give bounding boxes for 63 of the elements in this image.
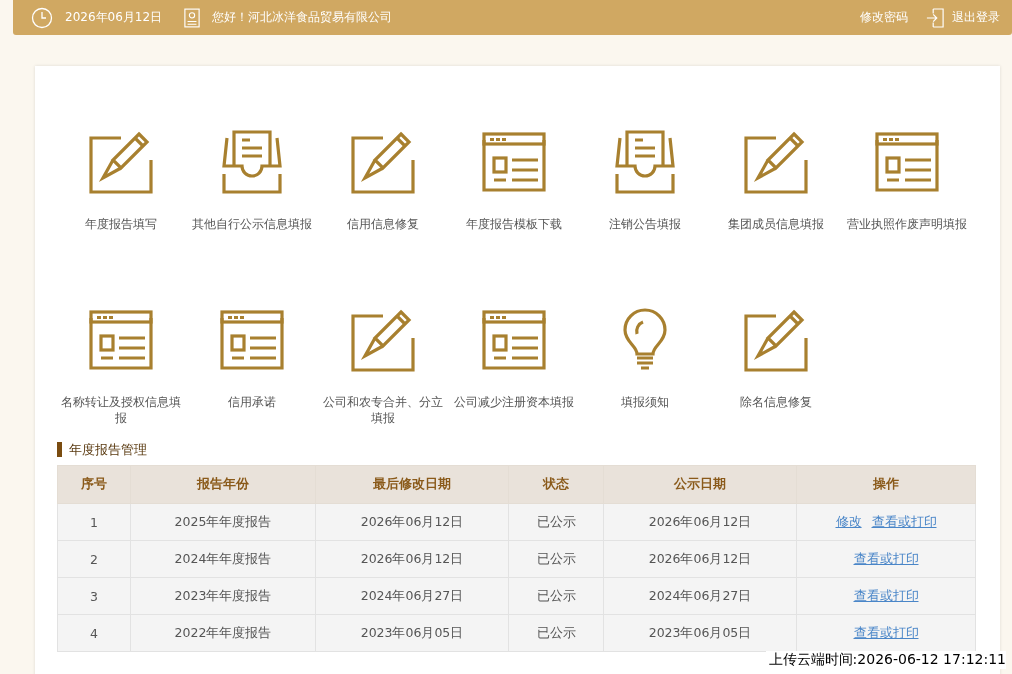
- user-card-icon: [184, 7, 201, 28]
- section-title: 年度报告管理: [57, 442, 978, 457]
- table-cell: 2022年年度报告: [130, 614, 316, 652]
- logout-icon[interactable]: [926, 7, 944, 28]
- column-header: 序号: [57, 465, 131, 504]
- pencil-edit-icon[interactable]: [743, 130, 808, 194]
- table-cell: 2026年06月12日: [315, 503, 509, 541]
- table-cell: 2023年06月05日: [603, 614, 797, 652]
- column-header: 操作: [796, 465, 976, 504]
- tile-label[interactable]: 公司减少注册资本填报: [453, 394, 574, 410]
- web-page-icon[interactable]: [219, 308, 284, 372]
- tile-label[interactable]: 其他自行公示信息填报: [191, 216, 312, 232]
- column-header: 报告年份: [130, 465, 316, 504]
- tile-label[interactable]: 名称转让及授权信息填报: [59, 394, 182, 426]
- table-cell: 2023年06月05日: [315, 614, 509, 652]
- tile-label[interactable]: 信用信息修复: [346, 216, 419, 232]
- pencil-edit-icon[interactable]: [88, 130, 153, 194]
- clock-icon: [31, 6, 53, 29]
- inbox-tray-icon[interactable]: [219, 130, 284, 194]
- web-page-icon[interactable]: [88, 308, 153, 372]
- table-cell: 4: [57, 614, 131, 652]
- tile-label[interactable]: 公司和农专合并、分立填报: [321, 394, 444, 426]
- web-page-icon[interactable]: [481, 130, 546, 194]
- table-cell: 2026年06月12日: [603, 540, 797, 578]
- column-header: 状态: [508, 465, 604, 504]
- tile-label[interactable]: 营业执照作废声明填报: [846, 216, 967, 232]
- tile-label[interactable]: 填报须知: [620, 394, 669, 410]
- tile-label[interactable]: 年度报告模板下载: [465, 216, 562, 232]
- web-page-icon[interactable]: [874, 130, 939, 194]
- tile-label[interactable]: 集团成员信息填报: [727, 216, 824, 232]
- table-cell: 2023年年度报告: [130, 577, 316, 615]
- web-page-icon[interactable]: [481, 308, 546, 372]
- column-header: 公示日期: [603, 465, 797, 504]
- action-link[interactable]: 查看或打印: [853, 587, 919, 603]
- tile-label[interactable]: 信用承诺: [227, 394, 276, 410]
- current-date: 2026年06月12日: [65, 9, 163, 26]
- table-cell: 已公示: [508, 614, 604, 652]
- upload-time-stamp: 上传云端时间:2026-06-12 17:12:11: [765, 651, 1006, 669]
- pencil-edit-icon[interactable]: [743, 308, 808, 372]
- table-cell: 已公示: [508, 540, 604, 578]
- pencil-edit-icon[interactable]: [350, 130, 415, 194]
- table-cell: 已公示: [508, 577, 604, 615]
- table-cell: 已公示: [508, 503, 604, 541]
- table-cell: 1: [57, 503, 131, 541]
- table-cell: 2024年年度报告: [130, 540, 316, 578]
- table-cell: 2026年06月12日: [603, 503, 797, 541]
- tile-label[interactable]: 注销公告填报: [608, 216, 681, 232]
- greeting-text: 您好！河北冰洋食品贸易有限公司: [212, 9, 393, 26]
- table-cell: 2025年年度报告: [130, 503, 316, 541]
- action-link[interactable]: 查看或打印: [871, 513, 937, 529]
- table-cell: 2024年06月27日: [603, 577, 797, 615]
- table-cell: 2: [57, 540, 131, 578]
- tile-label[interactable]: 年度报告填写: [84, 216, 157, 232]
- tile-label[interactable]: 除名信息修复: [739, 394, 812, 410]
- action-link[interactable]: 查看或打印: [853, 624, 919, 640]
- table-cell: 2026年06月12日: [315, 540, 509, 578]
- action-link[interactable]: 查看或打印: [853, 550, 919, 566]
- table-cell: 2024年06月27日: [315, 577, 509, 615]
- table-cell: 3: [57, 577, 131, 615]
- inbox-tray-icon[interactable]: [612, 130, 677, 194]
- action-link[interactable]: 修改: [835, 513, 862, 529]
- pencil-edit-icon[interactable]: [350, 308, 415, 372]
- column-header: 最后修改日期: [315, 465, 509, 504]
